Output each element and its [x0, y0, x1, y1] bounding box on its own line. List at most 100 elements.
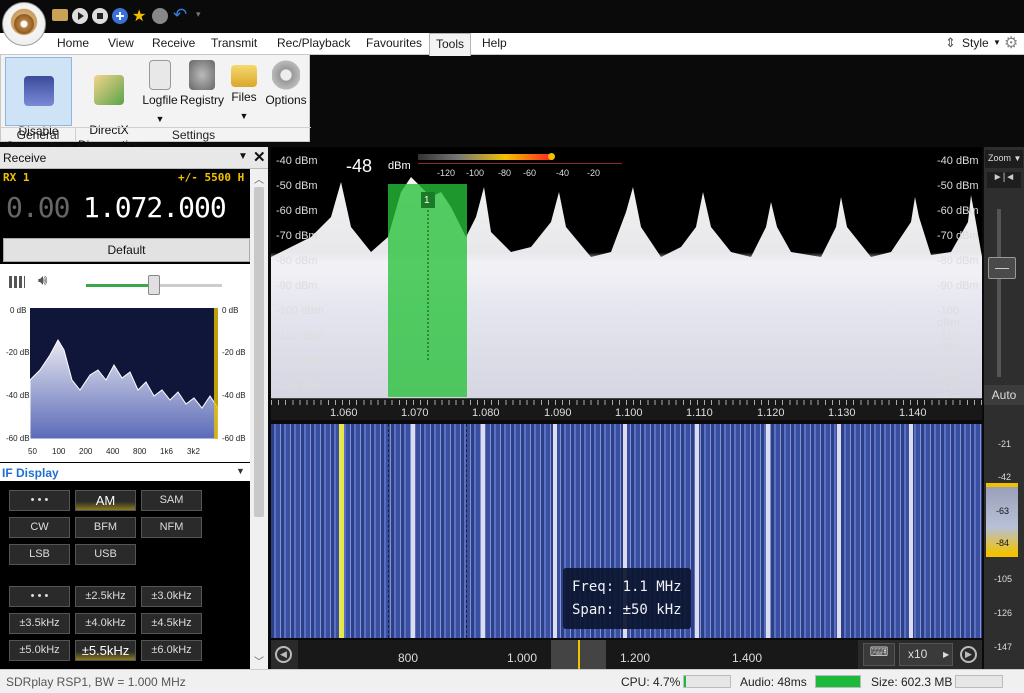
waterfall-carrier: [481, 424, 485, 638]
db-label: -90 dBm: [276, 280, 318, 292]
mode-lsb-button[interactable]: LSB: [9, 544, 70, 565]
freq-tick: 1.080: [472, 407, 500, 419]
mode-cw-button[interactable]: CW: [9, 517, 70, 538]
left-panel-scrollbar[interactable]: ︿ ﹀: [250, 169, 268, 669]
scroll-thumb[interactable]: [254, 187, 264, 517]
scroll-right-button[interactable]: ▶: [960, 646, 977, 663]
bw-button[interactable]: ±4.0kHz: [75, 613, 136, 634]
spectrum-display[interactable]: 1 -48 dBm -120 -100 -80 -60 -40 -20 -40 …: [271, 147, 982, 404]
files-button[interactable]: Files ▼: [227, 57, 261, 124]
level-label: -63: [996, 506, 1010, 516]
logfile-dropdown-icon: ▼: [155, 114, 165, 124]
waterfall-display[interactable]: Freq: 1.1 MHz Span: ±50 kHz: [271, 424, 982, 638]
panel-dropdown-icon[interactable]: ▼: [238, 151, 248, 162]
frequency-axis[interactable]: 1.060 1.070 1.080 1.090 1.100 1.110 1.12…: [271, 398, 982, 420]
af-freq-tick: 1k6: [160, 447, 173, 456]
logfile-button[interactable]: Logfile ▼: [141, 57, 179, 127]
volume-slider-thumb[interactable]: [148, 275, 160, 295]
mode-sam-button[interactable]: SAM: [141, 490, 202, 511]
overview-vfo-marker: [578, 640, 580, 669]
settings-gear-icon[interactable]: ⚙: [1004, 33, 1018, 53]
zoom-menu[interactable]: Zoom ▼: [985, 150, 1023, 168]
frequency-display: RX 1 +/- 5500 H 0.00 1.072.000: [0, 169, 250, 236]
quick-access-dropdown-icon[interactable]: ▾: [196, 9, 201, 20]
mode-bfm-button[interactable]: BFM: [75, 517, 136, 538]
stop-icon[interactable]: [92, 8, 108, 24]
style-dropdown-icon[interactable]: ▼: [993, 38, 1001, 47]
zoom-fit-icon[interactable]: ►|◄: [987, 172, 1021, 188]
preset-select[interactable]: Default: [3, 238, 250, 262]
bw-button[interactable]: ±5.0kHz: [9, 640, 70, 661]
mode-nfm-button[interactable]: NFM: [141, 517, 202, 538]
equalizer-icon[interactable]: [9, 276, 25, 288]
signal-meter-scale-line: [418, 163, 622, 164]
tab-transmit[interactable]: Transmit: [211, 36, 257, 50]
meter-scale-tick: -60: [523, 168, 537, 178]
tab-home[interactable]: Home: [57, 36, 89, 50]
ribbon-panel: Disable Screensaver DirectX Diagnostics …: [0, 55, 311, 153]
style-menu[interactable]: Style: [962, 36, 989, 50]
keyboard-icon[interactable]: ⌨: [863, 643, 895, 666]
alarm-clock-icon[interactable]: [152, 8, 168, 24]
frequency-value[interactable]: 1.072.000: [83, 191, 227, 224]
scroll-up-icon[interactable]: ︿: [254, 171, 264, 186]
level-label: -84: [996, 538, 1010, 548]
disable-screensaver-button[interactable]: Disable Screensaver: [5, 57, 73, 153]
options-button[interactable]: Options: [263, 57, 309, 109]
favourite-star-icon[interactable]: ★: [132, 6, 146, 26]
bw-more-button[interactable]: • • •: [9, 586, 70, 607]
mode-more-button[interactable]: • • •: [9, 490, 70, 511]
overview-bar: ◀ 800 1.000 1.200 1.400 ⌨ x10 ▶ ▶: [271, 640, 982, 669]
tab-rec-playback[interactable]: Rec/Playback: [277, 36, 350, 50]
tab-receive[interactable]: Receive: [152, 36, 195, 50]
af-db-label: 0 dB: [10, 306, 27, 315]
af-db-label: -20 dB: [6, 348, 30, 357]
if-display-dropdown-icon[interactable]: ▼: [236, 466, 245, 476]
db-label-right: -50 dBm: [937, 180, 979, 192]
zoom-factor-select[interactable]: x10 ▶: [899, 643, 953, 666]
af-freq-tick: 800: [133, 447, 147, 456]
play-icon[interactable]: [72, 8, 88, 24]
zoom-slider-track[interactable]: [997, 209, 1001, 377]
add-icon[interactable]: [112, 8, 128, 24]
registry-button[interactable]: Registry: [179, 57, 225, 109]
speaker-icon[interactable]: 🔊︎: [38, 272, 47, 289]
tab-favourites[interactable]: Favourites: [366, 36, 422, 50]
af-spectrum: 0 dB -20 dB -40 dB -60 dB 0 dB -20 dB -4…: [0, 300, 250, 462]
tab-view[interactable]: View: [108, 36, 134, 50]
bw-button[interactable]: ±3.0kHz: [141, 586, 202, 607]
frequency-dim-digits[interactable]: 0.00: [6, 191, 70, 224]
audio-meter-fill: [816, 676, 860, 687]
bw-button[interactable]: ±3.5kHz: [9, 613, 70, 634]
scroll-down-icon[interactable]: ﹀: [254, 653, 264, 668]
options-gear-icon: [272, 60, 300, 90]
af-freq-tick: 50: [28, 447, 37, 456]
logfile-label: Logfile: [142, 93, 178, 107]
freq-tick: 1.100: [615, 407, 643, 419]
signal-meter-marker: [548, 153, 555, 160]
bw-button[interactable]: ±2.5kHz: [75, 586, 136, 607]
open-folder-icon[interactable]: [52, 9, 68, 21]
mode-usb-button[interactable]: USB: [75, 544, 136, 565]
level-label: -42: [998, 472, 1012, 482]
mode-am-button[interactable]: AM: [75, 490, 136, 511]
scroll-left-button[interactable]: ◀: [275, 646, 292, 663]
meter-scale-tick: -100: [466, 168, 485, 178]
files-label: Files: [231, 90, 257, 104]
zoom-slider-thumb[interactable]: [988, 257, 1016, 279]
freq-tick: 1.060: [330, 407, 358, 419]
auto-level-button[interactable]: Auto: [984, 385, 1024, 405]
bw-button[interactable]: ±4.5kHz: [141, 613, 202, 634]
signal-level-unit: dBm: [388, 160, 411, 172]
tab-tools[interactable]: Tools: [429, 33, 471, 56]
app-logo[interactable]: [2, 2, 46, 46]
close-icon[interactable]: ✕: [253, 148, 266, 166]
audio-meter: [815, 675, 861, 688]
bw-button-selected[interactable]: ±5.5kHz: [75, 640, 136, 661]
overview-axis[interactable]: 800 1.000 1.200 1.400: [298, 640, 858, 669]
undo-icon[interactable]: ↶: [173, 5, 187, 25]
tab-help[interactable]: Help: [482, 36, 507, 50]
db-label-right: -100 dBm: [937, 305, 960, 329]
screensaver-icon: [23, 76, 54, 106]
bw-button[interactable]: ±6.0kHz: [141, 640, 202, 661]
